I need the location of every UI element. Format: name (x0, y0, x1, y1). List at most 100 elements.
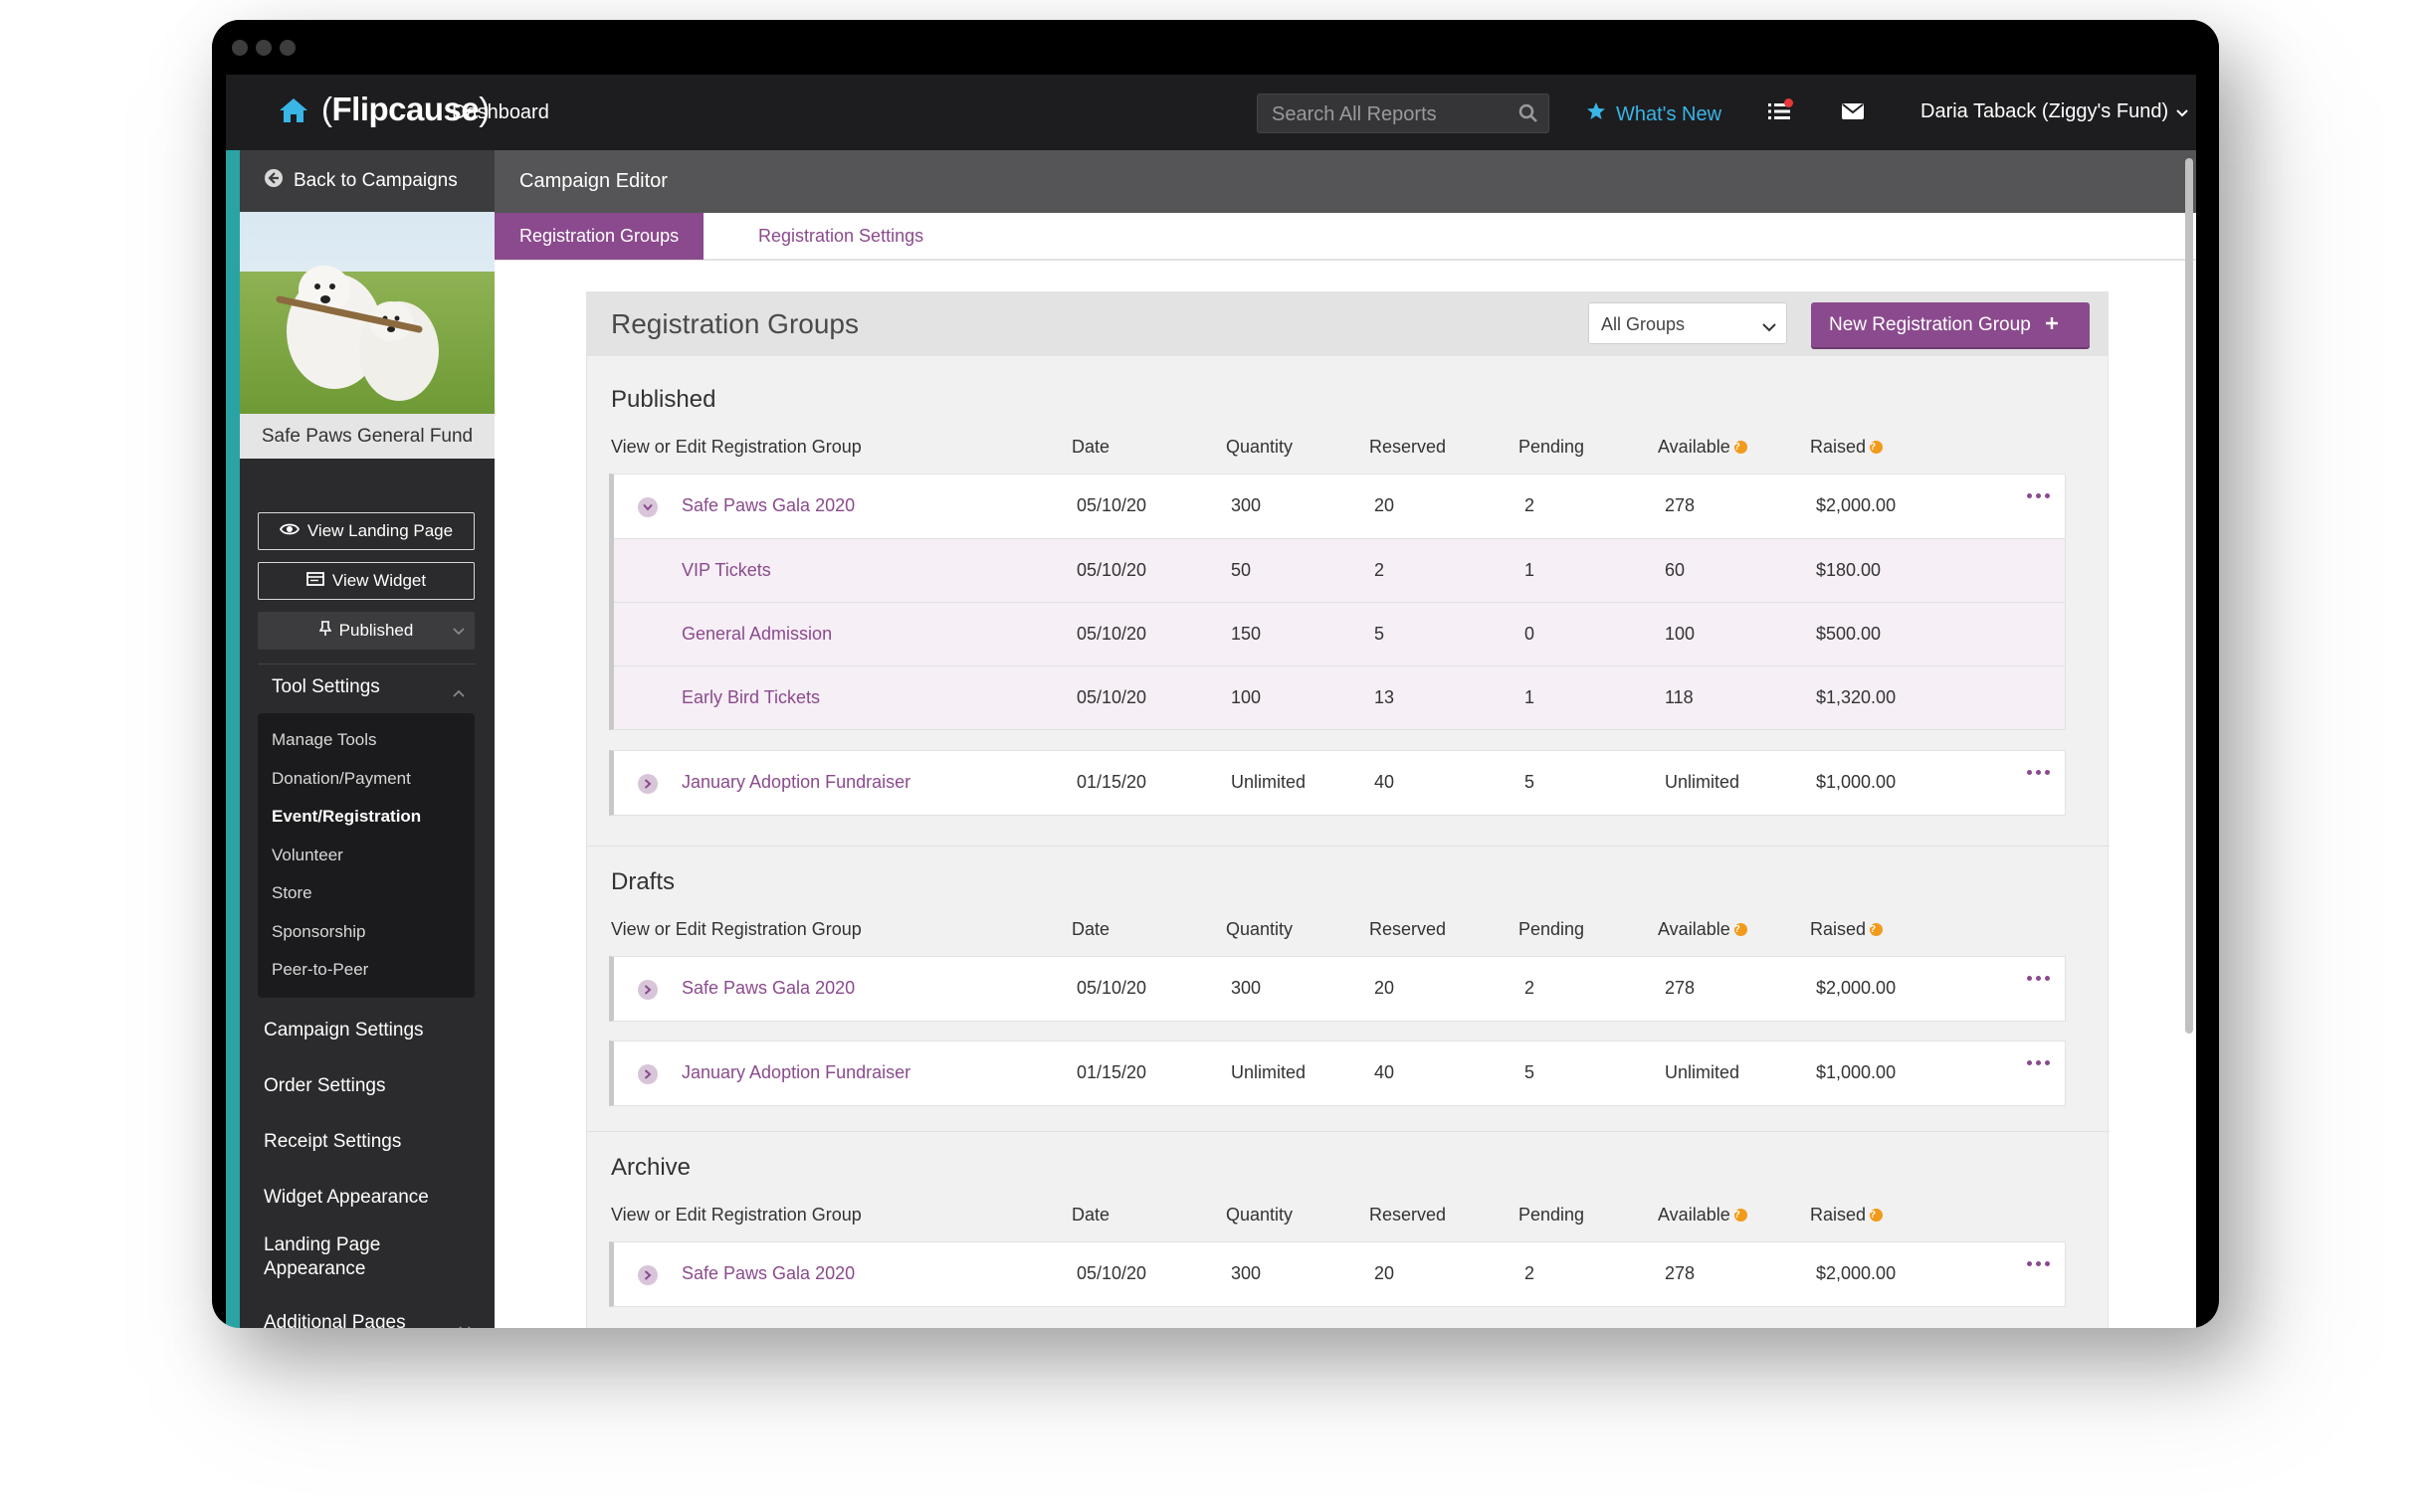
registration-subgroup-row: General Admission 05/10/20 150 5 0 100 $500.00 (614, 602, 2065, 665)
back-arrow-icon (264, 168, 284, 194)
tool-item-volunteer[interactable]: Volunteer (258, 837, 475, 875)
section-divider (587, 846, 2110, 847)
top-navbar: (Flipcause) Dashboard Search All Reports… (226, 75, 2196, 150)
column-header-label: View or Edit Registration Group (611, 919, 862, 939)
cell-pending: 5 (1524, 772, 1535, 792)
sidebar-item-widget-appearance[interactable]: Widget Appearance (264, 1186, 429, 1210)
tab-registration-settings[interactable]: Registration Settings (733, 213, 948, 260)
info-icon[interactable]: ? (1733, 441, 1747, 454)
tool-settings-label: Tool Settings (272, 676, 380, 697)
group-name-link[interactable]: Safe Paws Gala 2020 (682, 495, 855, 516)
column-header-label: Date (1072, 437, 1110, 457)
status-value: Published (338, 621, 414, 640)
tool-item-donation-payment[interactable]: Donation/Payment (258, 760, 475, 799)
tool-item-event-registration[interactable]: Event/Registration (258, 798, 475, 837)
status-select[interactable]: Published (258, 612, 475, 650)
tab-registration-groups[interactable]: Registration Groups (495, 213, 705, 260)
column-header: Pending (1518, 1205, 1584, 1226)
sidebar-item-receipt-settings[interactable]: Receipt Settings (264, 1130, 401, 1154)
user-name: Daria Taback (Ziggy's Fund) (1920, 100, 2169, 122)
sidebar-divider (258, 663, 475, 664)
group-name-link[interactable]: Safe Paws Gala 2020 (682, 978, 855, 999)
group-name-link[interactable]: VIP Tickets (682, 560, 771, 581)
more-options-icon[interactable] (2027, 770, 2050, 775)
registration-group-card: Safe Paws Gala 2020 05/10/20 300 20 2 278 $2,0… (609, 1241, 2066, 1307)
new-registration-group-button[interactable]: New Registration Group (1811, 302, 2090, 347)
column-header-label: Pending (1518, 1205, 1585, 1225)
cell-pending: 2 (1524, 978, 1535, 998)
search-icon[interactable] (1518, 103, 1538, 129)
tool-item-manage-tools[interactable]: Manage Tools (258, 721, 475, 760)
search-input[interactable]: Search All Reports (1257, 94, 1549, 133)
expand-chevron-icon[interactable] (638, 1064, 658, 1084)
view-landing-page-button[interactable]: View Landing Page (258, 512, 475, 550)
whats-new-link[interactable]: What's New (1586, 101, 1721, 127)
info-icon[interactable]: ? (1870, 923, 1884, 936)
info-icon[interactable]: ? (1733, 1209, 1747, 1222)
info-icon[interactable]: ? (1870, 441, 1884, 454)
group-name-link[interactable]: January Adoption Fundraiser (682, 772, 910, 793)
column-header-label: View or Edit Registration Group (611, 437, 862, 457)
home-icon[interactable] (278, 96, 309, 129)
scrollbar-thumb[interactable] (2185, 158, 2193, 1034)
expand-chevron-icon[interactable] (638, 980, 658, 1000)
cell-date: 05/10/20 (1077, 495, 1147, 515)
group-name-link[interactable]: Early Bird Tickets (682, 687, 820, 708)
sidebar-item-campaign-settings[interactable]: Campaign Settings (264, 1019, 424, 1042)
sidebar-item-landing-page-appearance[interactable]: Landing Page Appearance (264, 1233, 423, 1281)
user-menu[interactable]: Daria Taback (Ziggy's Fund) (1920, 100, 2188, 123)
minimize-window-button[interactable] (256, 40, 272, 56)
cell-reserved: 13 (1374, 687, 1395, 707)
column-headers: View or Edit Registration Group Date Quant… (611, 919, 2064, 943)
tool-item-sponsorship[interactable]: Sponsorship (258, 913, 475, 952)
tool-settings-toggle[interactable]: Tool Settings (258, 667, 475, 707)
sidebar-item-order-settings[interactable]: Order Settings (264, 1074, 386, 1098)
group-name-link[interactable]: Safe Paws Gala 2020 (682, 1263, 855, 1284)
registration-group-card: Safe Paws Gala 2020 05/10/20 300 20 2 278 $2,0… (609, 473, 2066, 730)
sidebar-item-additional-pages[interactable]: Additional Pages (264, 1311, 483, 1328)
maximize-window-button[interactable] (280, 40, 296, 56)
info-icon[interactable]: ? (1870, 1209, 1884, 1222)
dashboard-label[interactable]: Dashboard (452, 101, 549, 124)
collapse-chevron-icon[interactable] (638, 497, 658, 517)
view-widget-button[interactable]: View Widget (258, 562, 475, 600)
expand-chevron-icon[interactable] (638, 774, 658, 794)
more-options-icon[interactable] (2027, 493, 2050, 498)
column-header-label: Quantity (1226, 919, 1294, 939)
cell-reserved: 20 (1374, 978, 1395, 998)
more-options-icon[interactable] (2027, 1261, 2050, 1266)
column-header-label: Reserved (1369, 1205, 1447, 1225)
page-title: Campaign Editor (519, 170, 668, 192)
expand-chevron-icon[interactable] (638, 1265, 658, 1285)
info-icon[interactable]: ? (1733, 923, 1747, 936)
back-to-campaigns-link[interactable]: Back to Campaigns (240, 150, 495, 212)
group-name-link[interactable]: January Adoption Fundraiser (682, 1062, 910, 1083)
close-window-button[interactable] (232, 40, 248, 56)
column-header-label: Raised (1810, 1205, 1867, 1225)
registration-group-row: Safe Paws Gala 2020 05/10/20 300 20 2 278 $2,0… (614, 957, 2065, 1021)
registration-group-row: January Adoption Fundraiser 01/15/20 Unlim… (614, 1041, 2065, 1105)
cell-date: 01/15/20 (1077, 772, 1147, 792)
cell-raised: $2,000.00 (1816, 495, 1897, 515)
cell-available: Unlimited (1665, 772, 1740, 792)
scrollbar[interactable] (2182, 150, 2196, 1045)
column-header: View or Edit Registration Group (611, 437, 862, 458)
group-name-link[interactable]: General Admission (682, 624, 832, 645)
sidebar-accent-bar (226, 150, 240, 1328)
cell-quantity: 300 (1231, 978, 1262, 998)
tool-item-peer-to-peer[interactable]: Peer-to-Peer (258, 951, 475, 990)
more-options-icon[interactable] (2027, 976, 2050, 981)
cell-quantity: 100 (1231, 687, 1262, 707)
group-filter-select[interactable]: All Groups (1588, 302, 1787, 344)
view-widget-label: View Widget (331, 571, 427, 590)
column-header-label: Raised (1810, 437, 1867, 457)
campaign-image (240, 212, 495, 414)
registration-group-card: Safe Paws Gala 2020 05/10/20 300 20 2 278 $2,0… (609, 956, 2066, 1022)
more-options-icon[interactable] (2027, 1060, 2050, 1065)
cell-raised: $1,000.00 (1816, 772, 1897, 792)
column-header-label: View or Edit Registration Group (611, 1205, 862, 1225)
mail-icon[interactable] (1842, 103, 1864, 124)
tool-item-store[interactable]: Store (258, 874, 475, 913)
registration-group-row: January Adoption Fundraiser 01/15/20 Unlim… (614, 751, 2065, 815)
group-filter-value: All Groups (1601, 314, 1686, 334)
